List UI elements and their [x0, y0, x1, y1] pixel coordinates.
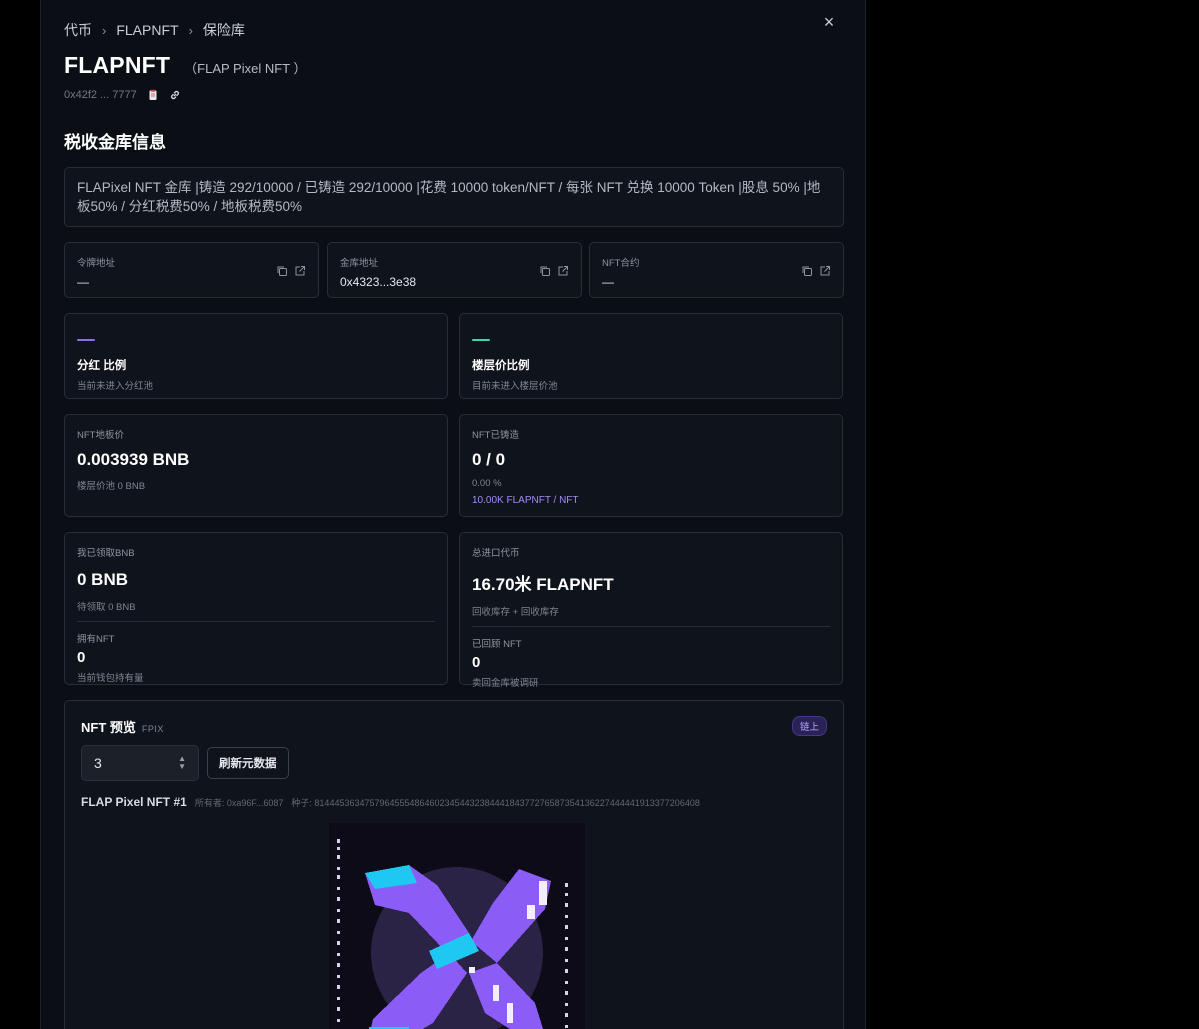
close-icon[interactable]: × [819, 12, 839, 32]
breadcrumb-flapnft[interactable]: FLAPNFT [116, 22, 178, 38]
stepper-icon[interactable]: ▲ ▼ [178, 755, 186, 771]
claimed-label: 我已领取BNB [77, 548, 135, 559]
floor-price-card: NFT地板价 0.003939 BNB 楼层价池 0 BNB [64, 414, 448, 517]
imported-label: 总进口代币 [472, 548, 520, 559]
breadcrumb: 代币 › FLAPNFT › 保险库 [64, 20, 245, 40]
nft-pixel-art [329, 823, 585, 1029]
nft-meta: FLAP Pixel NFT #1 所有者: 0xa96F...6087 种子:… [81, 795, 700, 809]
bought-back-label: 已回顾 NFT [472, 639, 522, 650]
minted-label: NFT已铸造 [472, 430, 519, 441]
owned-nft-value: 0 [77, 649, 86, 666]
vault-address-card: 金库地址 0x4323...3e38 [327, 242, 582, 298]
copy-icon[interactable] [276, 265, 288, 277]
owner-label: 所有者: [194, 798, 225, 808]
nft-contract-value: — [602, 275, 614, 289]
external-link-icon[interactable] [294, 265, 306, 277]
nft-name: FLAP Pixel NFT #1 [81, 795, 187, 809]
floor-price-label: NFT地板价 [77, 430, 124, 441]
copy-icon[interactable] [539, 265, 551, 277]
onchain-badge: 链上 [791, 716, 827, 736]
pending-claim: 待领取 0 BNB [77, 602, 136, 613]
bought-back-value: 0 [472, 654, 481, 671]
token-address-label: 令牌地址 [77, 258, 116, 269]
section-title: 税收金库信息 [64, 133, 166, 152]
dividend-ratio-card: 分红 比例 当前未进入分红池 [64, 313, 448, 399]
token-address-value: — [77, 275, 89, 289]
breadcrumb-token[interactable]: 代币 [64, 20, 92, 40]
divider [77, 621, 435, 622]
floor-color-bar [472, 339, 490, 341]
breadcrumb-vault: 保险库 [202, 22, 245, 38]
imported-card: 总进口代币 16.70米 FLAPNFT 回收库存 + 回收库存 已回顾 NFT… [459, 532, 843, 689]
imported-sub: 回收库存 + 回收库存 [472, 607, 559, 618]
mint-rate: 10.00K FLAPNFT / NFT [472, 495, 579, 506]
dividend-ratio-title: 分红 比例 [77, 360, 127, 372]
link-icon[interactable] [169, 89, 181, 101]
external-link-icon[interactable] [819, 265, 831, 277]
clipboard-icon[interactable] [147, 89, 159, 101]
chevron-right-icon: › [188, 22, 193, 38]
floor-pool-value: 楼层价池 0 BNB [77, 481, 146, 492]
page-title: FLAPNFT [64, 52, 171, 78]
minted-card: NFT已铸造 0 / 0 0.00 % 10.00K FLAPNFT / NFT [459, 414, 843, 517]
owner-address[interactable]: 0xa96F...6087 [227, 798, 284, 808]
owned-nft-sub: 当前钱包持有量 [77, 673, 144, 684]
chevron-right-icon: › [102, 22, 107, 38]
copy-icon[interactable] [801, 265, 813, 277]
vault-address-value: 0x4323...3e38 [340, 275, 417, 289]
token-id-input[interactable]: 3 ▲ ▼ [81, 745, 199, 781]
external-link-icon[interactable] [557, 265, 569, 277]
minted-value: 0 / 0 [472, 450, 506, 469]
nft-preview-card: NFT 预览 FPIX 链上 3 ▲ ▼ 刷新元数据 FLAP Pixel NFT… [64, 700, 844, 1029]
seed-label: 种子: [291, 798, 312, 808]
claim-card: 我已领取BNB 0 BNB 待领取 0 BNB 拥有NFT 0 当前钱包持有量 [64, 532, 448, 685]
vault-description: FLAPixel NFT 金库 |铸造 292/10000 / 已铸造 292/… [64, 167, 844, 227]
owned-nft-label: 拥有NFT [77, 634, 115, 645]
contract-address: 0x42f2 ... 7777 [64, 89, 137, 101]
vault-panel: × 代币 › FLAPNFT › 保险库 FLAPNFT （FLAP Pixel… [40, 0, 866, 1029]
floor-price-value: 0.003939 BNB [77, 450, 190, 469]
refresh-metadata-button[interactable]: 刷新元数据 [207, 747, 289, 779]
floor-ratio-title: 楼层价比例 [472, 360, 530, 372]
floor-ratio-sub: 目前未进入楼层价池 [472, 381, 558, 392]
seed-value: 8144453634757964555486460234544323844418… [314, 798, 700, 808]
nft-preview-title: NFT 预览 [81, 720, 136, 735]
token-address-card: 令牌地址 — [64, 242, 319, 298]
title-row: FLAPNFT （FLAP Pixel NFT ） [64, 52, 307, 79]
floor-ratio-card: 楼层价比例 目前未进入楼层价池 [459, 313, 843, 399]
vault-address-label: 金库地址 [340, 258, 379, 269]
nft-preview-tag: FPIX [141, 724, 164, 734]
imported-value: 16.70米 FLAPNFT [472, 575, 614, 594]
nft-contract-card: NFT合约 — [589, 242, 844, 298]
claimed-value: 0 BNB [77, 570, 129, 589]
nft-contract-label: NFT合约 [602, 258, 640, 269]
minted-percent: 0.00 % [472, 478, 502, 489]
contract-row: 0x42f2 ... 7777 [64, 89, 181, 101]
divider [472, 626, 830, 627]
dividend-color-bar [77, 339, 95, 341]
bought-back-sub: 卖回金库被调研 [472, 678, 539, 689]
dividend-ratio-sub: 当前未进入分红池 [77, 381, 154, 392]
page-subtitle: （FLAP Pixel NFT ） [184, 61, 307, 76]
token-id-value: 3 [94, 755, 102, 771]
